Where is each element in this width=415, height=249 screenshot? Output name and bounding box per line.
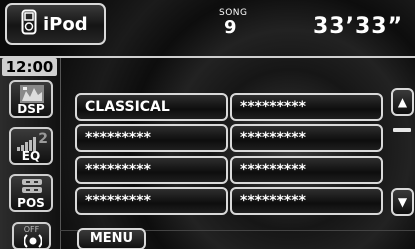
track-item[interactable]: ********* — [230, 156, 383, 184]
track-item[interactable]: ********* — [75, 187, 228, 215]
menu-button[interactable]: MENU — [77, 228, 146, 249]
pos-button[interactable]: POS — [9, 174, 53, 212]
track-item[interactable]: ********* — [230, 187, 383, 215]
track-item[interactable]: CLASSICAL — [75, 93, 228, 121]
speaker-off-icon — [23, 233, 43, 249]
track-item[interactable]: ********* — [75, 124, 228, 152]
clock: 12:00 — [2, 58, 57, 76]
track-item[interactable]: ********* — [75, 156, 228, 184]
track-item[interactable]: ********* — [230, 124, 383, 152]
scroll-up-button[interactable]: ▲ — [391, 88, 414, 116]
triangle-up-icon: ▲ — [397, 95, 408, 109]
eq-label: EQ — [21, 149, 41, 163]
pos-label: POS — [17, 196, 45, 210]
elapsed-time: 33’33” — [313, 14, 404, 39]
source-button[interactable]: iPod — [5, 3, 106, 45]
eq-button[interactable]: 2 EQ — [9, 127, 53, 165]
dsp-label: DSP — [17, 102, 45, 116]
ipod-icon — [21, 9, 43, 40]
triangle-down-icon: ▼ — [397, 195, 408, 209]
scrollbar-thumb[interactable] — [393, 128, 411, 132]
eq-number: 2 — [38, 131, 48, 147]
scroll-down-button[interactable]: ▼ — [391, 188, 414, 216]
header-divider — [0, 56, 415, 58]
song-number: 9 — [224, 17, 237, 38]
speaker-off-button[interactable]: OFF — [12, 222, 51, 249]
dsp-button[interactable]: DSP — [9, 80, 53, 118]
track-item[interactable]: ********* — [230, 93, 383, 121]
source-label: iPod — [43, 13, 88, 35]
head-unit-screen: iPod SONG 9 33’33” 12:00 DSP 2 EQ POS OF… — [0, 0, 415, 249]
